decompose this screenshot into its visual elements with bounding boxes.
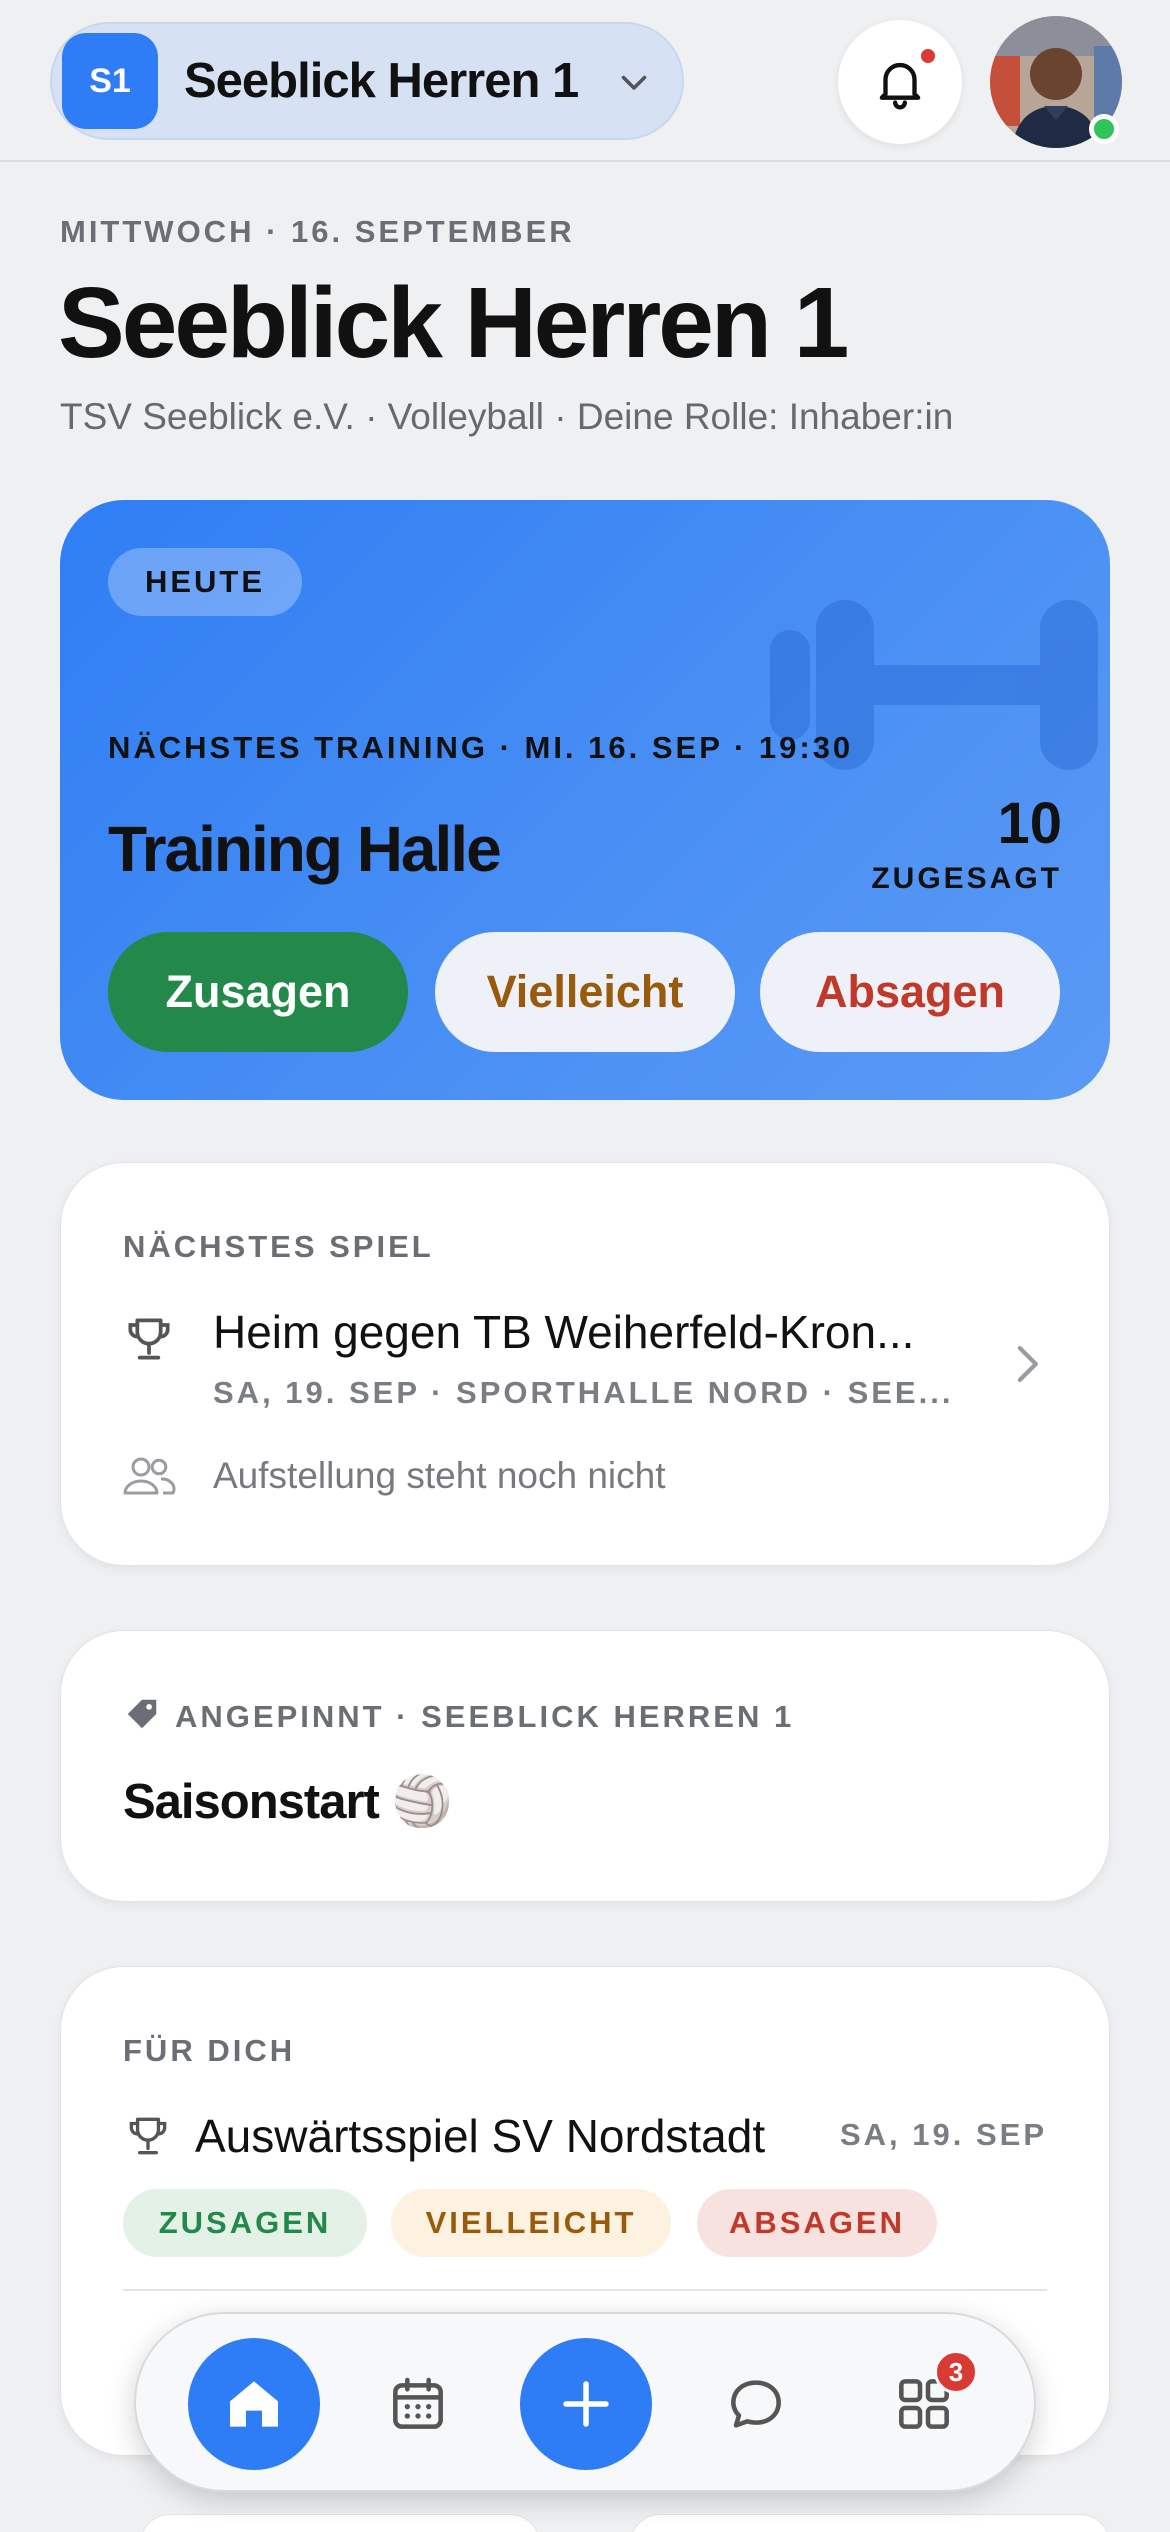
- create-button[interactable]: [520, 2338, 652, 2470]
- tab-chat[interactable]: [696, 2344, 816, 2464]
- tab-home[interactable]: [188, 2338, 320, 2470]
- maybe-button[interactable]: Vielleicht: [435, 932, 735, 1052]
- decline-button[interactable]: Absagen: [760, 932, 1060, 1052]
- for-you-label: FÜR DICH: [123, 2033, 296, 2068]
- page-subtitle: TSV Seeblick e.V. · Volleyball · Deine R…: [60, 396, 954, 437]
- next-game-title: Heim gegen TB Weiherfeld-Kron...: [213, 1306, 915, 1358]
- tab-calendar[interactable]: [358, 2344, 478, 2464]
- team-badge: S1: [62, 33, 158, 129]
- training-title: Training Halle: [108, 813, 502, 885]
- chevron-right-icon: [1017, 1345, 1038, 1383]
- for-you-event-title[interactable]: Auswärtsspiel SV Nordstadt: [195, 2109, 765, 2163]
- accepted-count-label: ZUGESAGT: [871, 862, 1062, 895]
- online-status-dot: [1089, 114, 1119, 144]
- trophy-icon: [128, 1318, 170, 1360]
- today-chip: HEUTE: [108, 548, 302, 616]
- people-icon: [123, 1457, 176, 1495]
- accept-chip[interactable]: ZUSAGEN: [123, 2189, 367, 2257]
- more-badge: 3: [934, 2350, 978, 2394]
- divider: [123, 2289, 1047, 2291]
- tab-bar: 3: [134, 2312, 1036, 2492]
- next-game-meta: SA, 19. SEP · SPORTHALLE NORD · SEE...: [213, 1375, 954, 1410]
- next-card-peek: [630, 2514, 1110, 2532]
- page-title: Seeblick Herren 1: [58, 267, 849, 379]
- notifications-button[interactable]: [838, 20, 962, 144]
- plus-icon: [563, 2381, 609, 2427]
- maybe-chip[interactable]: VIELLEICHT: [391, 2189, 671, 2257]
- notification-dot: [918, 46, 938, 66]
- top-bar: S1 Seeblick Herren 1: [0, 0, 1170, 162]
- decline-chip[interactable]: ABSAGEN: [697, 2189, 937, 2257]
- pinned-post-card[interactable]: ANGEPINNT · SEEBLICK HERREN 1 Saisonstar…: [60, 1630, 1110, 1902]
- pinned-title: Saisonstart 🏐: [123, 1775, 452, 1829]
- training-meta: NÄCHSTES TRAINING · MI. 16. SEP · 19:30: [108, 730, 854, 765]
- trophy-icon: [129, 2117, 167, 2155]
- home-icon: [230, 2381, 278, 2427]
- next-game-card[interactable]: NÄCHSTES SPIEL Heim gegen TB Weiherfeld-…: [60, 1162, 1110, 1566]
- team-switcher-label: Seeblick Herren 1: [184, 54, 579, 108]
- pinned-label: ANGEPINNT · SEEBLICK HERREN 1: [175, 1699, 795, 1734]
- home-screen: S1 Seeblick Herren 1 MITTWOCH · 16. SEPT…: [0, 0, 1170, 2532]
- accepted-count: 10: [997, 791, 1062, 856]
- for-you-event-date: SA, 19. SEP: [839, 2117, 1047, 2152]
- next-game-label: NÄCHSTES SPIEL: [123, 1229, 434, 1264]
- accept-button[interactable]: Zusagen: [108, 932, 408, 1052]
- tag-icon: [127, 1699, 157, 1729]
- date-label: MITTWOCH · 16. SEPTEMBER: [60, 214, 575, 249]
- chat-bubble-icon: [731, 2380, 781, 2428]
- chevron-down-icon: [621, 75, 647, 90]
- team-switcher[interactable]: S1 Seeblick Herren 1: [50, 22, 684, 140]
- calendar-icon: [393, 2377, 443, 2429]
- next-card-peek: [140, 2514, 540, 2532]
- lineup-status: Aufstellung steht noch nicht: [213, 1455, 666, 1496]
- next-training-card[interactable]: HEUTE NÄCHSTES TRAINING · MI. 16. SEP · …: [60, 500, 1110, 1100]
